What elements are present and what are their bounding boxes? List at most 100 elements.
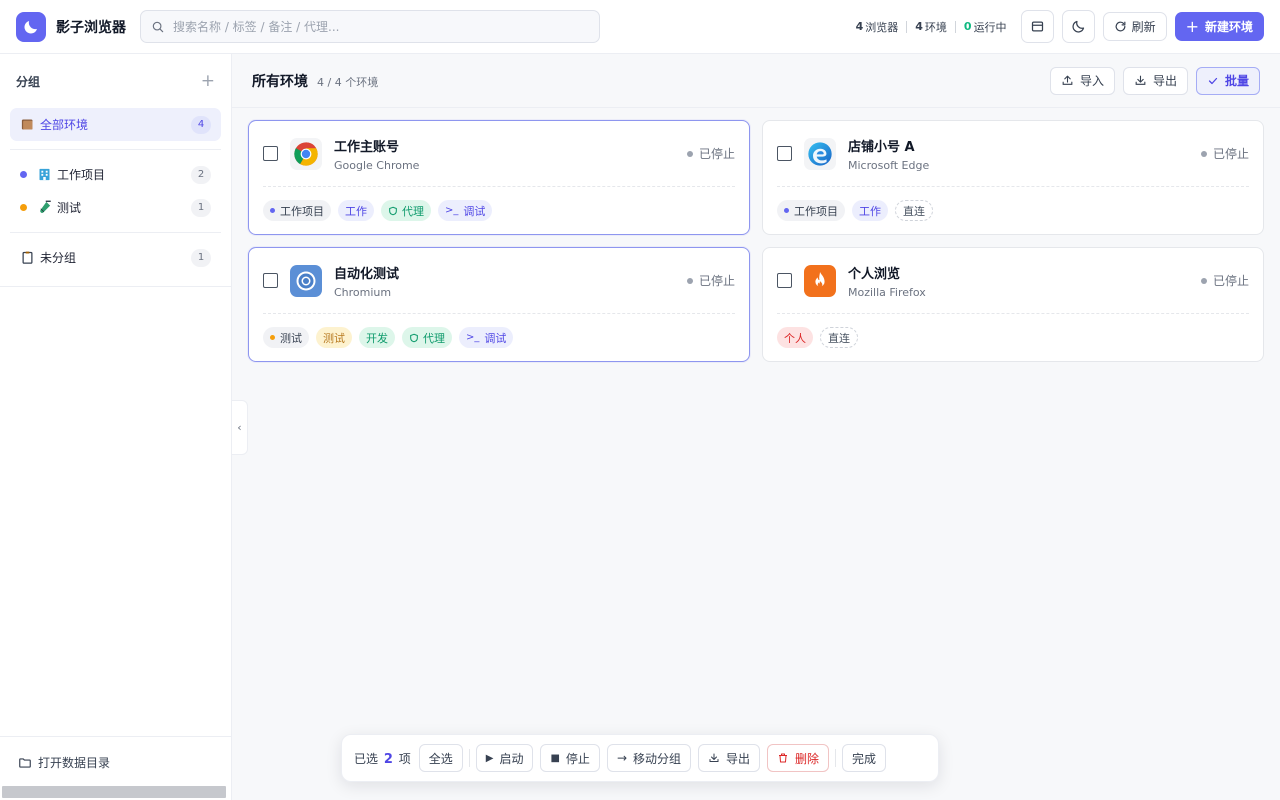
move-group-button[interactable]: → 移动分组 — [606, 744, 692, 772]
sidebar-title: 分组 — [16, 74, 41, 89]
sidebar: 分组 + 全部环境 4 工作项目 2 测试 1 未分组 1 打开数据目录 — [0, 54, 232, 800]
status-dot — [686, 277, 693, 284]
group-color-dot — [20, 204, 27, 211]
browsers-count: 4 — [855, 20, 864, 33]
select-checkbox[interactable] — [263, 273, 278, 288]
test-tube-icon — [37, 200, 52, 215]
label-tag: 工作 — [338, 200, 374, 221]
group-color-dot — [270, 208, 275, 213]
new-environment-label: 新建环境 — [1204, 20, 1253, 34]
play-icon: ▶ — [485, 752, 494, 764]
status-label: 已停止 — [1212, 274, 1249, 288]
direct-connection-tag: 直连 — [895, 200, 933, 221]
label-tag: 工作 — [852, 200, 888, 221]
window-icon — [1031, 21, 1043, 32]
selection-prefix: 已选 — [354, 751, 379, 766]
building-icon — [37, 167, 52, 182]
export-button[interactable]: 导出 — [1122, 66, 1188, 95]
done-button[interactable]: 完成 — [842, 744, 887, 772]
envs-count: 4 — [915, 20, 923, 33]
selection-count: 已选 2 项 — [354, 750, 411, 767]
terminal-icon: >_ — [445, 205, 459, 216]
proxy-tag-label: 代理 — [423, 331, 445, 345]
upload-icon — [1062, 75, 1073, 85]
environment-count: 4 / 4 个环境 — [317, 75, 379, 89]
environment-name: 自动化测试 — [334, 266, 400, 282]
direct-connection-tag: 直连 — [820, 327, 858, 348]
import-label: 导入 — [1079, 74, 1104, 88]
browser-name: Chromium — [334, 285, 392, 299]
batch-export-button[interactable]: 导出 — [698, 744, 761, 772]
status-dot — [1200, 277, 1207, 284]
moon-logo-icon — [24, 20, 37, 34]
export-label: 导出 — [1152, 74, 1177, 88]
label-tag: 测试 — [316, 327, 352, 348]
window-layout-button[interactable] — [1020, 10, 1054, 43]
refresh-button[interactable]: 刷新 — [1102, 12, 1167, 41]
main-header: 所有环境 4 / 4 个环境 导入 导出 批量 — [232, 54, 1280, 108]
refresh-label: 刷新 — [1131, 20, 1156, 34]
sidebar-item-count: 2 — [191, 165, 211, 184]
sidebar-divider — [0, 286, 231, 287]
environment-card[interactable]: 工作主账号 Google Chrome 已停止 工作项目 工作 代理 >_ 调试 — [248, 120, 750, 235]
theme-toggle-button[interactable] — [1061, 10, 1095, 43]
folder-icon — [20, 117, 35, 132]
import-button[interactable]: 导入 — [1049, 66, 1115, 95]
select-checkbox[interactable] — [263, 146, 278, 161]
status-dot — [1200, 150, 1207, 157]
clipboard-icon — [20, 250, 35, 265]
toolbar-divider — [835, 749, 837, 767]
sidebar-item-work-project[interactable]: 工作项目 2 — [10, 158, 221, 191]
status-indicator: 已停止 — [1200, 272, 1249, 289]
start-button[interactable]: ▶ 启动 — [475, 744, 534, 772]
sidebar-item-all[interactable]: 全部环境 4 — [10, 108, 221, 141]
label-tag: 个人 — [777, 327, 813, 348]
horizontal-scrollbar[interactable] — [2, 786, 226, 798]
sidebar-collapse-handle[interactable]: ‹ — [232, 400, 248, 455]
group-color-dot — [20, 171, 27, 178]
status-indicator: 已停止 — [686, 145, 735, 162]
debug-tag: >_ 调试 — [438, 200, 493, 221]
environment-card[interactable]: 个人浏览 Mozilla Firefox 已停止 个人 直连 — [762, 247, 1264, 362]
app-name: 影子浏览器 — [56, 19, 126, 36]
select-checkbox[interactable] — [777, 146, 792, 161]
environment-card[interactable]: 店铺小号 A Microsoft Edge 已停止 工作项目 工作 直连 — [762, 120, 1264, 235]
start-label: 启动 — [499, 751, 524, 766]
select-all-label: 全选 — [428, 751, 453, 766]
sidebar-item-test[interactable]: 测试 1 — [10, 191, 221, 224]
status-indicator: 已停止 — [686, 272, 735, 289]
stats-summary: 4 浏览器 4 环境 0 运行中 — [856, 19, 1007, 35]
sidebar-item-label: 全部环境 — [40, 118, 89, 132]
move-group-label: 移动分组 — [633, 751, 682, 766]
stop-label: 停止 — [565, 751, 590, 766]
stop-button[interactable]: ■ 停止 — [540, 744, 600, 772]
environment-card[interactable]: 自动化测试 Chromium 已停止 测试 测试 开发 代理 >_ 调试 — [248, 247, 750, 362]
running-label: 运行中 — [973, 20, 1007, 34]
debug-tag-label: 调试 — [484, 331, 507, 345]
open-data-dir-button[interactable]: 打开数据目录 — [0, 737, 231, 771]
batch-export-label: 导出 — [726, 751, 751, 766]
status-label: 已停止 — [698, 147, 735, 161]
environment-name: 店铺小号 A — [848, 139, 915, 155]
select-all-button[interactable]: 全选 — [418, 744, 463, 772]
browser-name: Google Chrome — [334, 158, 420, 172]
open-data-dir-label: 打开数据目录 — [38, 756, 111, 770]
trash-icon — [779, 753, 788, 763]
stats-divider — [906, 20, 908, 33]
delete-button[interactable]: 删除 — [767, 744, 830, 772]
debug-tag: >_ 调试 — [459, 327, 514, 348]
chromium-icon — [290, 264, 322, 297]
shield-icon — [389, 206, 397, 215]
select-checkbox[interactable] — [777, 273, 792, 288]
moon-icon — [1072, 20, 1084, 33]
new-environment-button[interactable]: + 新建环境 — [1174, 12, 1264, 41]
group-tag-label: 工作项目 — [280, 204, 324, 218]
stop-icon: ■ — [550, 752, 560, 764]
tag-list: 工作项目 工作 直连 — [777, 187, 1249, 234]
sidebar-item-ungrouped[interactable]: 未分组 1 — [10, 241, 221, 274]
debug-tag-label: 调试 — [463, 204, 486, 218]
search-box[interactable] — [140, 10, 600, 43]
batch-mode-button[interactable]: 批量 — [1195, 66, 1260, 95]
search-input[interactable] — [173, 19, 573, 34]
add-group-button[interactable]: + — [201, 71, 215, 91]
